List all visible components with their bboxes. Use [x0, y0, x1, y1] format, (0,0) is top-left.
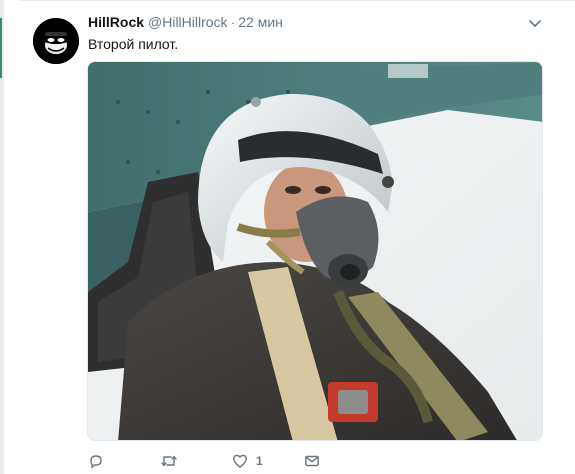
- tweet[interactable]: HillRock @HillHillrock · 22 мин Второй п…: [0, 0, 575, 474]
- timeline-page: HillRock @HillHillrock · 22 мин Второй п…: [0, 0, 575, 474]
- reply-icon: [88, 453, 104, 469]
- author-handle[interactable]: @HillHillrock: [148, 14, 228, 30]
- tweet-photo[interactable]: [87, 61, 543, 441]
- tweet-text: Второй пилот.: [88, 36, 179, 52]
- direct-message-button[interactable]: [304, 452, 320, 470]
- envelope-icon: [304, 453, 320, 469]
- avatar[interactable]: [33, 18, 79, 64]
- like-count: 1: [256, 454, 263, 468]
- chevron-down-icon[interactable]: [527, 15, 543, 31]
- tweet-header: HillRock @HillHillrock · 22 мин: [88, 14, 283, 34]
- retweet-icon: [160, 453, 178, 469]
- heart-icon: [232, 453, 248, 469]
- author-display-name[interactable]: HillRock: [88, 14, 144, 30]
- retweet-button[interactable]: [160, 452, 186, 470]
- reply-button[interactable]: [88, 452, 112, 470]
- tweet-timestamp[interactable]: 22 мин: [238, 14, 283, 30]
- like-button[interactable]: 1: [232, 452, 263, 470]
- tweet-actions: 1: [88, 452, 348, 470]
- header-separator: ·: [230, 14, 236, 30]
